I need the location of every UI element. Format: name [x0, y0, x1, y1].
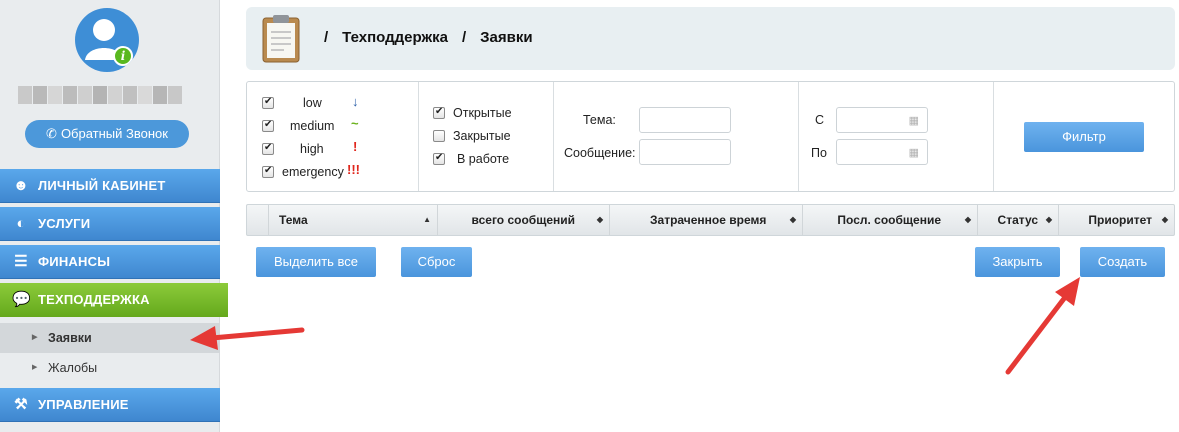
- coins-icon: ☰: [14, 253, 28, 270]
- sort-icon: ◆: [789, 215, 796, 224]
- username-redacted: [18, 86, 194, 104]
- priority-low-label: low: [303, 96, 322, 110]
- priority-medium-label: medium: [290, 119, 335, 133]
- arrow-down-icon: ↓: [352, 94, 359, 109]
- priority-emergency-checkbox[interactable]: [262, 165, 274, 178]
- date-filter: С ▦ По ▦: [799, 82, 994, 191]
- theme-label: Тема:: [583, 113, 616, 127]
- status-closed-checkbox[interactable]: [433, 130, 445, 142]
- breadcrumb: / Техподдержка / Заявки: [324, 29, 547, 46]
- exclamation-icon: !: [353, 139, 358, 154]
- user-icon: ☻: [13, 177, 29, 194]
- triangle-right-icon: ▶: [32, 364, 38, 371]
- tools-icon: ⚒: [14, 396, 28, 413]
- sort-icon: ◆: [596, 215, 603, 224]
- column-label: Тема: [279, 213, 308, 227]
- priority-filter: low ↓ medium ~ high ! emergency !!!: [247, 82, 419, 191]
- priority-medium-checkbox[interactable]: [262, 119, 274, 132]
- message-input[interactable]: [639, 139, 731, 165]
- reset-button[interactable]: Сброс: [401, 247, 472, 277]
- column-header-last-message[interactable]: Посл. сообщение ◆: [803, 205, 978, 235]
- column-label: Посл. сообщение: [837, 213, 941, 227]
- breadcrumb-support[interactable]: Техподдержка: [342, 29, 448, 46]
- tilde-icon: ~: [351, 116, 359, 131]
- status-open-checkbox[interactable]: [433, 106, 445, 119]
- sort-icon: ◆: [964, 215, 971, 224]
- text-filter: Тема: Сообщение:: [554, 82, 799, 191]
- column-header-total-messages[interactable]: всего сообщений ◆: [438, 205, 610, 235]
- nav-label: ЛИЧНЫЙ КАБИНЕТ: [38, 178, 166, 193]
- select-all-button[interactable]: Выделить все: [256, 247, 376, 277]
- select-column-header[interactable]: [247, 205, 269, 235]
- sort-icon: ◆: [1161, 215, 1168, 224]
- breadcrumb-tickets: Заявки: [480, 29, 533, 46]
- column-label: Затраченное время: [650, 213, 767, 227]
- nav-label: УПРАВЛЕНИЕ: [38, 397, 129, 412]
- clipboard-icon: [262, 15, 300, 63]
- sidebar: i ✆ Обратный Звонок ☻ ЛИЧНЫЙ КАБИНЕТ ◐ УСЛУ…: [0, 0, 228, 432]
- theme-input[interactable]: [639, 107, 731, 133]
- nav-label: ФИНАНСЫ: [38, 254, 111, 269]
- date-to-input[interactable]: ▦: [836, 139, 928, 165]
- filter-button[interactable]: Фильтр: [1024, 122, 1144, 152]
- callback-label: Обратный Звонок: [60, 126, 168, 141]
- nav-label: УСЛУГИ: [38, 216, 91, 231]
- message-label: Сообщение:: [564, 146, 636, 160]
- column-header-priority[interactable]: Приоритет ◆: [1059, 205, 1174, 235]
- breadcrumb-separator: /: [461, 29, 467, 46]
- avatar[interactable]: i: [75, 8, 139, 72]
- status-in-progress-label: В работе: [457, 152, 510, 166]
- column-label: Статус: [997, 213, 1038, 227]
- priority-high-label: high: [300, 142, 324, 156]
- date-to-label: По: [811, 146, 827, 160]
- priority-high-checkbox[interactable]: [262, 142, 274, 155]
- calendar-icon[interactable]: ▦: [909, 146, 919, 159]
- status-filter: Открытые Закрытые В работе: [419, 82, 554, 191]
- triple-exclamation-icon: !!!: [347, 162, 360, 177]
- phone-icon: ✆: [46, 126, 57, 141]
- priority-low-checkbox[interactable]: [262, 96, 274, 109]
- callback-button[interactable]: ✆ Обратный Звонок: [25, 120, 189, 148]
- info-icon: i: [113, 46, 133, 66]
- nav-support[interactable]: 💬 ТЕХПОДДЕРЖКА: [0, 283, 228, 317]
- calendar-icon[interactable]: ▦: [909, 114, 919, 127]
- create-button[interactable]: Создать: [1080, 247, 1165, 277]
- support-tickets-page: i ✆ Обратный Звонок ☻ ЛИЧНЫЙ КАБИНЕТ ◐ УСЛУ…: [0, 0, 1179, 432]
- column-label: всего сообщений: [471, 213, 575, 227]
- sub-item-label: Заявки: [48, 331, 92, 345]
- nav-personal-account[interactable]: ☻ ЛИЧНЫЙ КАБИНЕТ: [0, 169, 220, 203]
- arrow-to-create: [1005, 277, 1080, 375]
- date-from-input[interactable]: ▦: [836, 107, 928, 133]
- column-label: Приоритет: [1088, 213, 1152, 227]
- column-header-theme[interactable]: Тема ▲: [269, 205, 438, 235]
- nav-management[interactable]: ⚒ УПРАВЛЕНИЕ: [0, 388, 220, 422]
- sub-item-label: Жалобы: [48, 361, 98, 375]
- tickets-table-header: Тема ▲ всего сообщений ◆ Затраченное время…: [246, 204, 1175, 236]
- page-header: / Техподдержка / Заявки: [246, 7, 1175, 70]
- sort-icon: ▲: [423, 215, 431, 224]
- column-header-time-spent[interactable]: Затраченное время ◆: [610, 205, 803, 235]
- speech-bubble-icon: 💬: [12, 291, 31, 308]
- nav-finances[interactable]: ☰ ФИНАНСЫ: [0, 245, 220, 279]
- sidebar-item-complaints[interactable]: ▶ Жалобы: [0, 353, 220, 383]
- nav-services[interactable]: ◐ УСЛУГИ: [0, 207, 220, 241]
- gauge-icon: ◐: [16, 215, 26, 232]
- filter-panel: low ↓ medium ~ high ! emergency !!! Откр…: [246, 81, 1175, 192]
- date-from-label: С: [815, 113, 825, 127]
- close-button[interactable]: Закрыть: [975, 247, 1060, 277]
- status-closed-label: Закрытые: [453, 129, 511, 143]
- sidebar-item-tickets[interactable]: ▶ Заявки: [0, 323, 220, 353]
- column-header-status[interactable]: Статус ◆: [978, 205, 1059, 235]
- breadcrumb-separator: /: [324, 29, 329, 46]
- status-open-label: Открытые: [453, 106, 512, 120]
- status-in-progress-checkbox[interactable]: [433, 152, 445, 165]
- priority-emergency-label: emergency: [282, 165, 344, 179]
- triangle-right-icon: ▶: [32, 334, 38, 341]
- sort-icon: ◆: [1045, 215, 1052, 224]
- nav-label: ТЕХПОДДЕРЖКА: [38, 292, 150, 307]
